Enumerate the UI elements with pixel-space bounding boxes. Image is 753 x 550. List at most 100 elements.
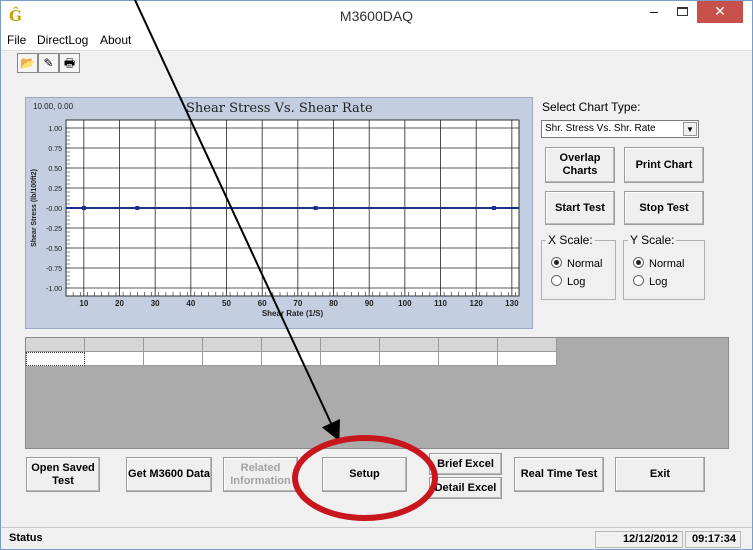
close-button[interactable]: ✕ [697,1,743,23]
data-point [81,206,86,210]
y-tick-label: 0.75 [48,146,62,153]
grid-header-cell[interactable] [26,338,85,352]
x-tick-label: 90 [365,299,374,308]
start-test-button[interactable]: Start Test [545,191,615,225]
grid-header-cell[interactable] [203,338,262,352]
x-tick-label: 30 [151,299,160,308]
grid-header-cell[interactable] [262,338,321,352]
overlap-charts-button[interactable]: Overlap Charts [545,147,615,183]
y-tick-label: 0.25 [48,186,62,193]
x-tick-label: 110 [434,299,447,308]
grid-cell-selected[interactable] [26,352,85,366]
grid-cell[interactable] [380,352,439,366]
x-tick-label: 70 [293,299,302,308]
x-scale-log-option[interactable]: Log [551,275,585,288]
menu-about[interactable]: About [100,33,131,47]
status-text: Status [9,532,43,544]
y-scale-log-option[interactable]: Log [633,275,667,288]
grid-header-cell[interactable] [439,338,498,352]
x-log-label: Log [567,276,586,288]
open-saved-test-button[interactable]: Open Saved Test [26,457,100,492]
grid-cell[interactable] [144,352,203,366]
open-folder-icon: 📂 [20,56,35,70]
grid-header-cell[interactable] [85,338,144,352]
x-scale-title: X Scale: [546,233,595,247]
y-tick-label: -0.00 [46,206,62,213]
chart-type-value: Shr. Stress Vs. Shr. Rate [545,123,656,134]
radio-selected-icon[interactable] [633,257,644,268]
y-scale-group: Y Scale: Normal Log [623,233,705,300]
radio-selected-icon[interactable] [551,257,562,268]
cursor-readout: 10.00, 0.00 [33,102,74,111]
grid-cell[interactable] [203,352,262,366]
grid-cell[interactable] [85,352,144,366]
x-tick-label: 60 [258,299,267,308]
minimize-button[interactable]: – [641,1,667,23]
print-chart-button[interactable]: Print Chart [624,147,704,183]
x-scale-group: X Scale: Normal Log [541,233,616,300]
x-tick-label: 120 [470,299,484,308]
y-axis-label: Shear Stress (lb/100ft2) [31,169,38,247]
chart-type-select[interactable]: Shr. Stress Vs. Shr. Rate ▼ [541,120,699,138]
related-information-button[interactable]: Related Information [223,457,298,492]
status-time: 09:17:34 [685,531,741,548]
menu-file[interactable]: File [7,33,26,47]
y-log-label: Log [649,276,668,288]
chart-panel: 10 20 30 40 50 60 70 80 90 100 110 120 130 1.00 0.75 0.… [25,97,533,329]
status-bar: Status 12/12/2012 09:17:34 [1,527,752,549]
window-title: M3600DAQ [339,8,414,24]
x-tick-label: 10 [79,299,88,308]
grid-header-cell[interactable] [144,338,203,352]
title-bar: Ĝ M3600DAQ – ✕ [1,1,752,31]
y-scale-title: Y Scale: [628,233,677,247]
chevron-down-icon[interactable]: ▼ [683,122,697,136]
x-tick-label: 130 [505,299,519,308]
y-tick-label: -0.25 [46,226,62,233]
real-time-test-button[interactable]: Real Time Test [514,457,604,492]
detail-excel-button[interactable]: Detail Excel [429,477,502,499]
table-row[interactable] [26,352,557,366]
grid-cell[interactable] [262,352,321,366]
print-button[interactable]: 🖶 [59,53,80,73]
x-tick-label: 100 [398,299,412,308]
pencil-icon: ✎ [43,56,54,70]
exit-button[interactable]: Exit [615,457,705,492]
x-scale-normal-option[interactable]: Normal [551,257,602,270]
menu-directlog[interactable]: DirectLog [37,33,88,47]
x-normal-label: Normal [567,258,603,270]
radio-icon[interactable] [633,275,644,286]
y-tick-label: -0.75 [46,266,62,273]
grid-cell[interactable] [498,352,557,366]
grid-cell[interactable] [439,352,498,366]
data-point [492,206,497,210]
grid-header-cell[interactable] [380,338,439,352]
radio-icon[interactable] [551,275,562,286]
stop-test-button[interactable]: Stop Test [624,191,704,225]
y-tick-label: 1.00 [48,126,62,133]
shear-chart: 10 20 30 40 50 60 70 80 90 100 110 120 130 1.00 0.75 0.… [31,119,520,318]
grid-cell[interactable] [321,352,380,366]
grid-header-row [26,338,557,352]
brief-excel-button[interactable]: Brief Excel [429,453,502,475]
x-tick-label: 50 [222,299,231,308]
get-m3600-data-button[interactable]: Get M3600 Data [126,457,212,492]
y-normal-label: Normal [649,258,685,270]
app-window: Ĝ M3600DAQ – ✕ File DirectLog About 📂 ✎ … [0,0,753,550]
run-button[interactable]: ✎ [38,53,59,73]
y-tick-label: 0.50 [48,166,62,173]
x-tick-label: 80 [329,299,338,308]
grid-header-cell[interactable] [321,338,380,352]
setup-button[interactable]: Setup [322,457,407,492]
data-point [135,206,140,210]
x-axis-label: Shear Rate (1/S) [262,309,324,318]
maximize-icon [676,7,688,16]
x-tick-label: 20 [115,299,124,308]
data-grid[interactable] [25,337,729,449]
open-folder-button[interactable]: 📂 [17,53,38,73]
maximize-button[interactable] [669,1,695,23]
y-scale-normal-option[interactable]: Normal [633,257,684,270]
y-tick-label: -0.50 [46,246,62,253]
y-tick-label: -1.00 [46,286,62,293]
data-point [313,206,318,210]
grid-header-cell[interactable] [498,338,557,352]
